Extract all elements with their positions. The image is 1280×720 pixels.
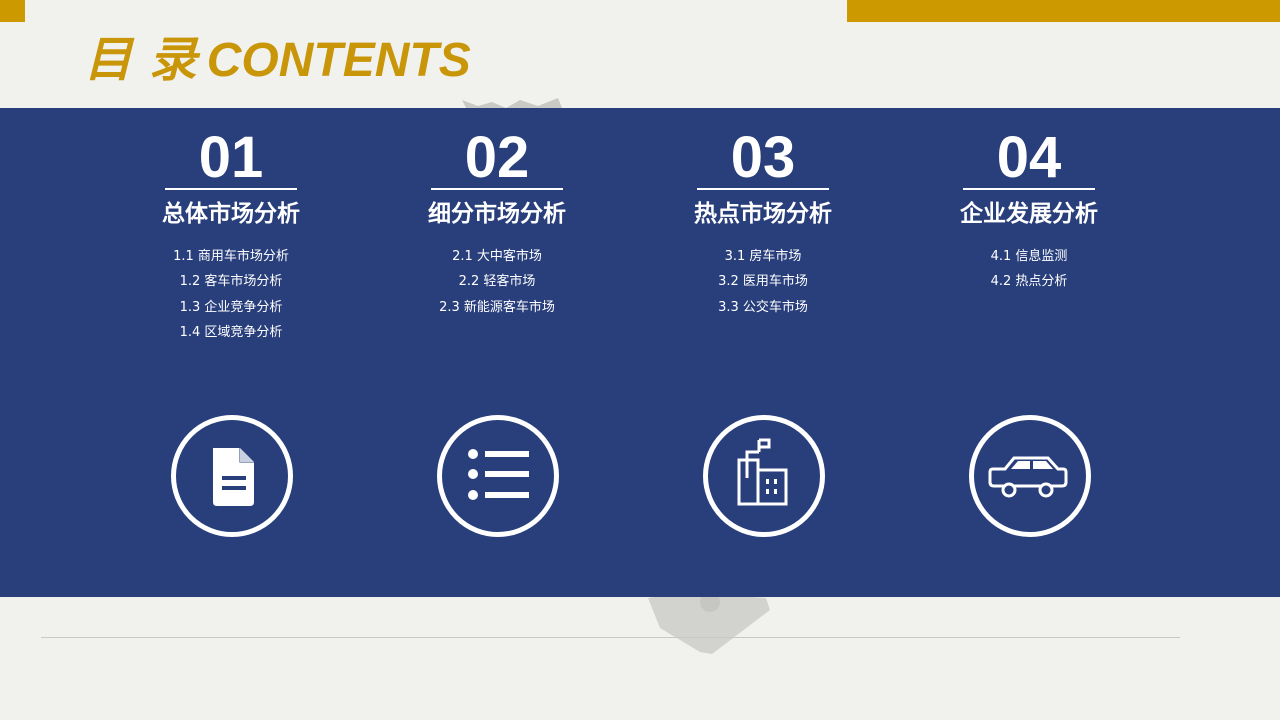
section-3: 03 热点市场分析 3.1 房车市场 3.2 医用车市场 3.3 公交车市场 [630, 108, 896, 597]
section-items: 3.1 房车市场 3.2 医用车市场 3.3 公交车市场 [630, 244, 896, 320]
section-divider [431, 188, 563, 190]
section-divider [697, 188, 829, 190]
gold-accent-bar-left [0, 0, 25, 22]
building-icon [703, 415, 825, 537]
section-number: 01 [198, 125, 264, 190]
car-icon [969, 415, 1091, 537]
section-item[interactable]: 1.4 区域竞争分析 [98, 320, 364, 345]
section-item[interactable]: 3.1 房车市场 [630, 244, 896, 269]
footer-divider [41, 637, 1180, 638]
page-title-cn: 目 录 [84, 32, 197, 88]
section-divider [963, 188, 1095, 190]
section-item[interactable]: 4.2 热点分析 [896, 269, 1162, 294]
section-1: 01 总体市场分析 1.1 商用车市场分析 1.2 客车市场分析 1.3 企业竞… [98, 108, 364, 597]
section-divider [165, 188, 297, 190]
section-heading: 企业发展分析 [960, 201, 1098, 227]
watermark-logo-bottom [648, 592, 770, 654]
section-heading: 热点市场分析 [694, 201, 832, 227]
section-item[interactable]: 3.3 公交车市场 [630, 295, 896, 320]
section-item[interactable]: 2.2 轻客市场 [364, 269, 630, 294]
section-item[interactable]: 2.3 新能源客车市场 [364, 295, 630, 320]
section-2: 02 细分市场分析 2.1 大中客市场 2.2 轻客市场 2.3 新能源客车市场 [364, 108, 630, 597]
section-item[interactable]: 1.2 客车市场分析 [98, 269, 364, 294]
section-item[interactable]: 1.3 企业竞争分析 [98, 295, 364, 320]
section-heading: 总体市场分析 [162, 201, 300, 227]
section-items: 1.1 商用车市场分析 1.2 客车市场分析 1.3 企业竞争分析 1.4 区域… [98, 244, 364, 345]
page-title-en: CONTENTS [206, 34, 471, 87]
section-number: 04 [996, 125, 1062, 190]
slide: 目 录 CONTENTS 01 总体市场分析 1.1 商用车市场分析 1.2 客车… [0, 0, 1280, 720]
section-items: 4.1 信息监测 4.2 热点分析 [896, 244, 1162, 295]
document-icon [171, 415, 293, 537]
section-4: 04 企业发展分析 4.1 信息监测 4.2 热点分析 [896, 108, 1162, 597]
list-icon [437, 415, 559, 537]
page-title: 目 录 CONTENTS [84, 30, 471, 90]
section-item[interactable]: 4.1 信息监测 [896, 244, 1162, 269]
section-number: 03 [730, 125, 796, 190]
section-item[interactable]: 3.2 医用车市场 [630, 269, 896, 294]
section-heading: 细分市场分析 [428, 201, 566, 227]
section-item[interactable]: 2.1 大中客市场 [364, 244, 630, 269]
gold-accent-bar-right [847, 0, 1280, 22]
section-item[interactable]: 1.1 商用车市场分析 [98, 244, 364, 269]
section-items: 2.1 大中客市场 2.2 轻客市场 2.3 新能源客车市场 [364, 244, 630, 320]
section-number: 02 [464, 125, 530, 190]
